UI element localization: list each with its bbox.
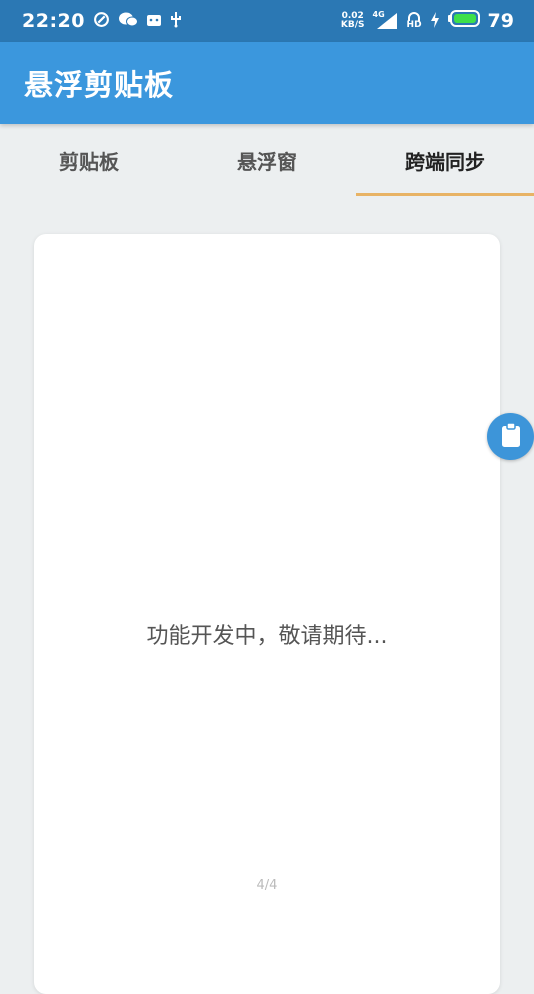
clipboard-icon xyxy=(500,421,522,452)
wechat-icon xyxy=(118,11,138,31)
signal-icon: 4G xyxy=(373,10,399,30)
battery-level: 79 xyxy=(487,10,514,32)
battery-icon xyxy=(447,10,480,32)
page-indicator: 4/4 xyxy=(256,878,278,893)
tab-clipboard[interactable]: 剪贴板 xyxy=(0,124,178,196)
tab-floating-window[interactable]: 悬浮窗 xyxy=(178,124,356,196)
status-time: 22:20 xyxy=(22,10,85,32)
usb-icon xyxy=(170,11,182,31)
status-bar: 22:20 0.02 KB/S 4G HD 79 xyxy=(0,0,534,42)
app-bar: 悬浮剪贴板 xyxy=(0,42,534,124)
charging-icon xyxy=(430,11,440,31)
net-speed: 0.02 KB/S xyxy=(341,12,365,30)
app-title: 悬浮剪贴板 xyxy=(24,68,175,102)
status-left: 22:20 xyxy=(22,10,182,32)
card-message: 功能开发中，敬请期待... xyxy=(146,624,388,649)
status-right: 0.02 KB/S 4G HD 79 xyxy=(341,10,514,32)
net-speed-unit: KB/S xyxy=(340,20,365,30)
floating-clipboard-button[interactable] xyxy=(487,413,534,460)
sync-icon xyxy=(93,11,110,31)
hd-label: HD xyxy=(406,20,422,30)
tab-cross-device-sync[interactable]: 跨端同步 xyxy=(356,124,534,196)
hd-indicator: HD xyxy=(407,12,422,30)
content-card: 功能开发中，敬请期待... 4/4 xyxy=(34,234,500,994)
tab-bar: 剪贴板 悬浮窗 跨端同步 xyxy=(0,124,534,196)
android-icon xyxy=(146,12,162,31)
